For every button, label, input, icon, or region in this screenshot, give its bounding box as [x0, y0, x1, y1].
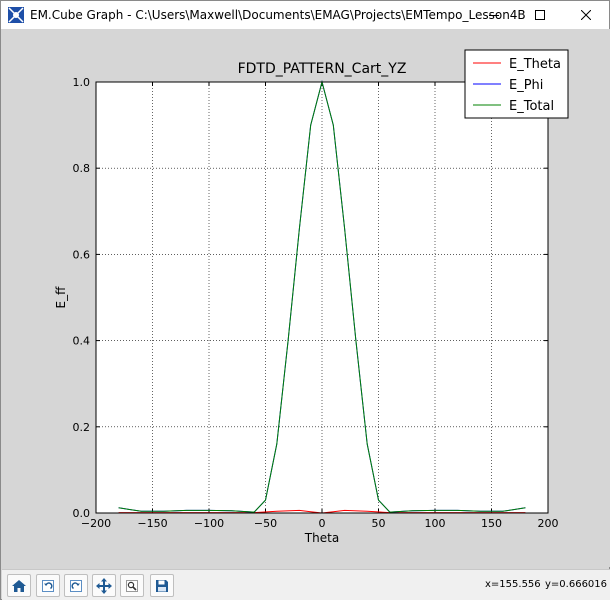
title-bar[interactable]: EM.Cube Graph - C:\Users\Maxwell\Documen… — [1, 1, 609, 29]
y-tick-label: 1.0 — [73, 76, 91, 89]
close-icon — [581, 10, 591, 20]
forward-icon — [70, 579, 82, 592]
zoom-button[interactable] — [120, 574, 144, 597]
home-button[interactable] — [7, 574, 31, 597]
save-icon — [156, 579, 168, 592]
x-tick-label: 0 — [319, 517, 326, 530]
legend-entry: E_Total — [509, 99, 554, 114]
x-tick-label: −100 — [194, 517, 224, 530]
chart-title: FDTD_PATTERN_Cart_YZ — [238, 61, 407, 77]
maximize-icon — [535, 10, 545, 20]
maximize-button[interactable] — [517, 1, 563, 29]
fdtd-pattern-chart: −200 −150 −100 −50 0 50 100 150 2000.00.20.40.60… — [54, 49, 569, 545]
y-axis-label: E_ff — [54, 286, 68, 309]
forward-button[interactable] — [64, 574, 88, 597]
back-icon — [42, 579, 54, 592]
x-tick-label: 200 — [538, 517, 559, 530]
zoom-icon — [126, 579, 138, 592]
window-title: EM.Cube Graph - C:\Users\Maxwell\Documen… — [30, 8, 526, 22]
close-button[interactable] — [563, 1, 609, 29]
window-controls — [471, 1, 609, 29]
x-axis-label: Theta — [304, 531, 339, 545]
pan-button[interactable] — [92, 574, 116, 597]
y-tick-label: 0.0 — [73, 507, 91, 520]
legend-entry: E_Theta — [509, 57, 561, 72]
x-tick-label: −50 — [254, 517, 277, 530]
save-button[interactable] — [150, 574, 174, 597]
legend-entry: E_Phi — [509, 78, 543, 93]
home-icon — [12, 579, 26, 592]
x-tick-label: −150 — [137, 517, 167, 530]
back-button[interactable] — [36, 574, 60, 597]
x-coordinate-readout: x=155.556 — [485, 579, 541, 590]
x-tick-label: 100 — [425, 517, 446, 530]
y-tick-label: 0.2 — [73, 421, 91, 434]
pan-icon — [96, 577, 112, 594]
x-tick-label: 150 — [481, 517, 502, 530]
graph-window: EM.Cube Graph - C:\Users\Maxwell\Documen… — [0, 0, 610, 600]
minimize-icon — [489, 15, 499, 16]
y-tick-label: 0.4 — [73, 335, 91, 348]
navigation-toolbar: x=155.556 y=0.666016 — [2, 569, 610, 600]
y-tick-label: 0.6 — [73, 248, 91, 261]
x-tick-label: 50 — [372, 517, 386, 530]
minimize-button[interactable] — [471, 1, 517, 29]
plot-canvas[interactable]: −200 −150 −100 −50 0 50 100 150 200 0.0 0.2 0.4 0.6 0… — [2, 29, 610, 567]
app-icon — [8, 7, 24, 23]
y-tick-label: 0.8 — [73, 162, 91, 175]
y-coordinate-readout: y=0.666016 — [545, 579, 608, 590]
